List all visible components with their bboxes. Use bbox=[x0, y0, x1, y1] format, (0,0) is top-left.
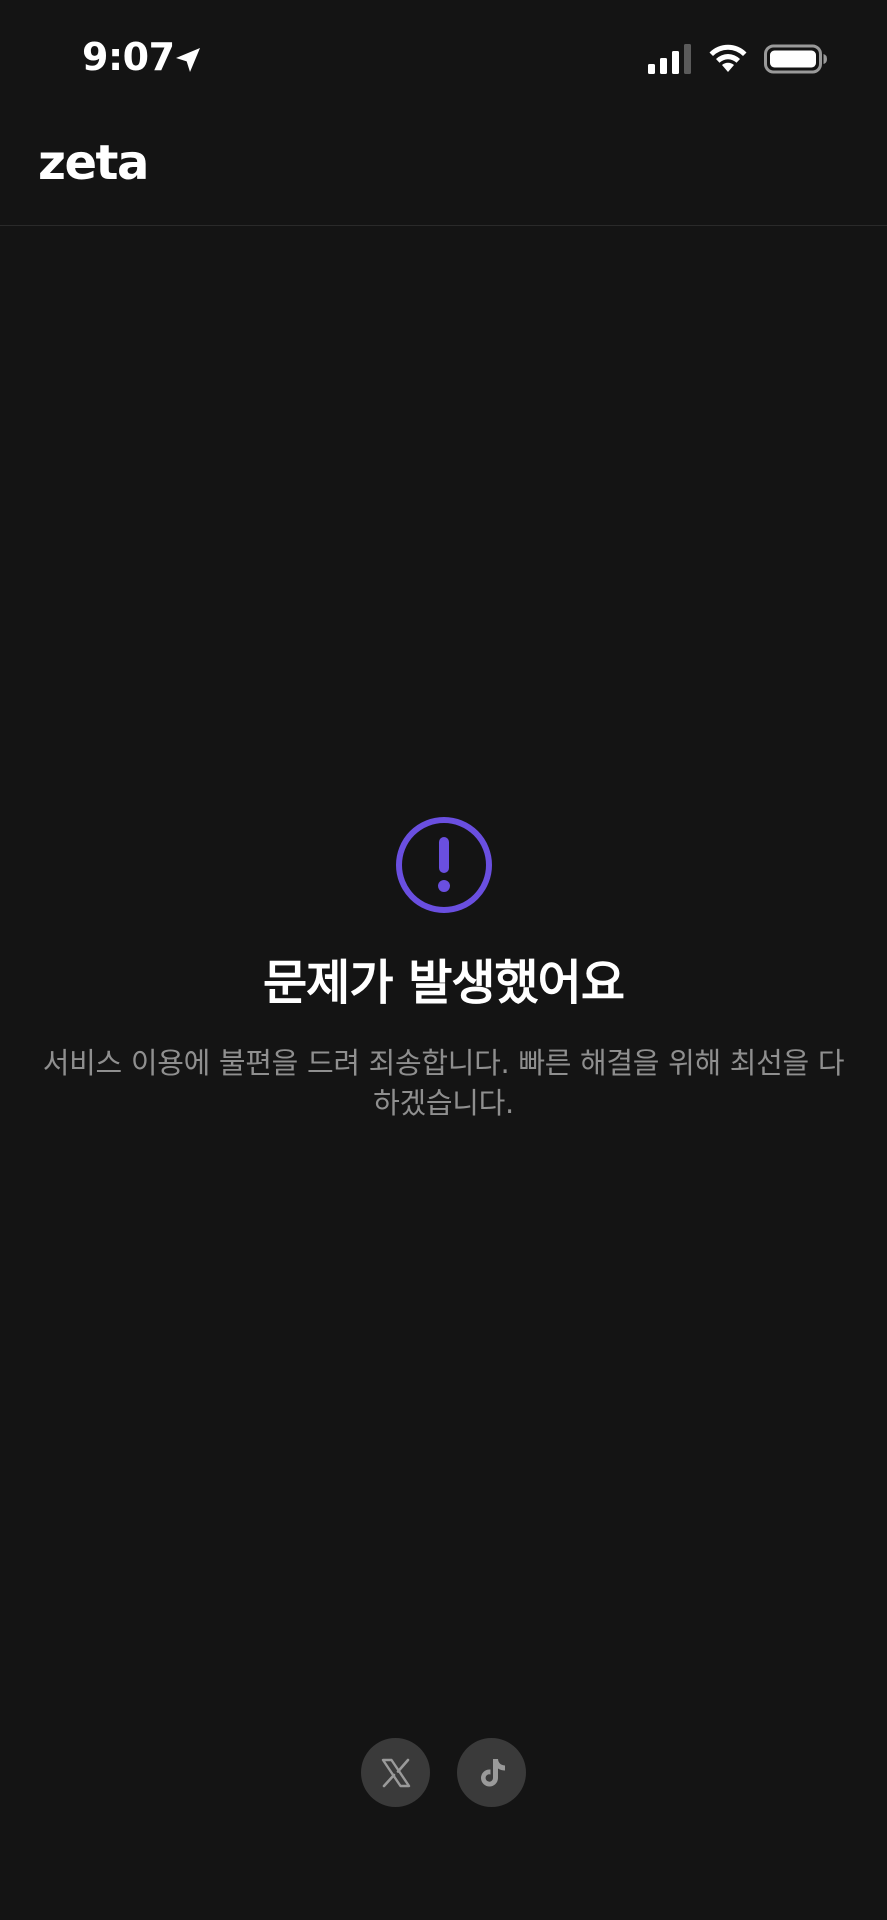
tiktok-icon bbox=[480, 1758, 505, 1786]
social-links bbox=[0, 1738, 887, 1807]
cellular-signal-icon bbox=[648, 44, 691, 74]
x-icon bbox=[381, 1758, 410, 1787]
status-bar: 9:07 bbox=[0, 0, 887, 115]
status-time: 9:07 bbox=[82, 35, 175, 79]
error-state: 문제가 발생했어요 서비스 이용에 불편을 드려 죄송합니다. 빠른 해결을 위… bbox=[0, 815, 887, 1123]
error-message: 서비스 이용에 불편을 드려 죄송합니다. 빠른 해결을 위해 최선을 다하겠습… bbox=[42, 1046, 845, 1120]
wifi-icon bbox=[709, 44, 747, 72]
location-arrow-icon bbox=[176, 48, 200, 72]
error-title: 문제가 발생했어요 bbox=[263, 955, 625, 1011]
battery-icon bbox=[764, 44, 827, 74]
app-header: zeta bbox=[0, 115, 887, 226]
zeta-logo[interactable]: zeta bbox=[38, 135, 149, 191]
x-button[interactable] bbox=[361, 1738, 430, 1807]
alert-circle-icon bbox=[395, 817, 492, 913]
tiktok-button[interactable] bbox=[457, 1738, 526, 1807]
